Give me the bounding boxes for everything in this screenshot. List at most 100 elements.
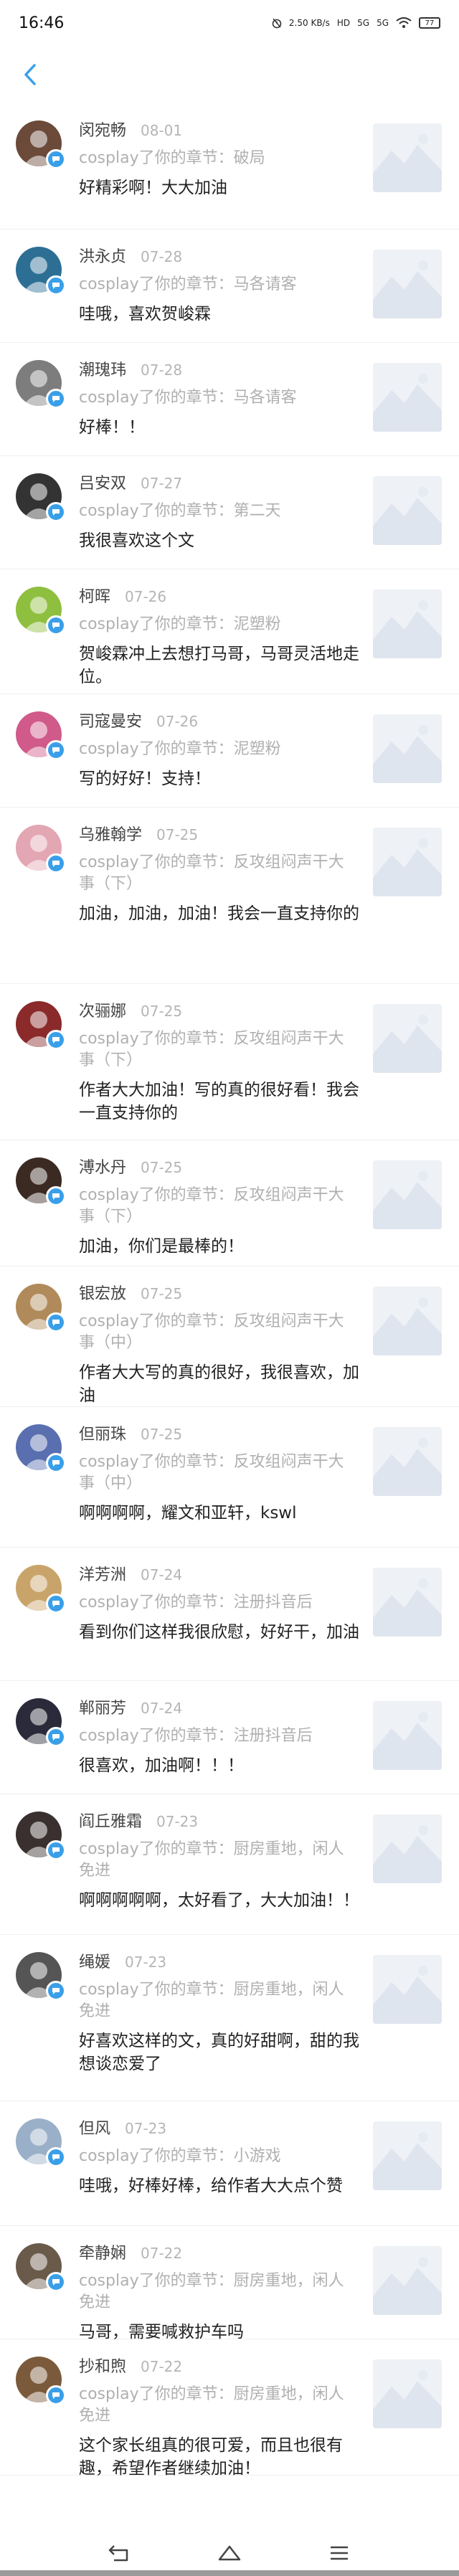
signal-icon-2: 5G bbox=[377, 18, 389, 28]
comment-item[interactable]: 潮瑰玮 07-28 cosplay了你的章节：马各请客 好棒！！ bbox=[0, 343, 459, 456]
avatar-wrap bbox=[16, 587, 66, 635]
net-speed: 2.50 KB/s bbox=[288, 18, 330, 28]
chevron-left-icon bbox=[24, 64, 36, 85]
comment-item[interactable]: 抄和煦 07-22 cosplay了你的章节：厨房重地，闲人免进 这个家长组真的… bbox=[0, 2339, 459, 2478]
comment-date: 07-25 bbox=[141, 1285, 183, 1302]
comment-date: 07-22 bbox=[141, 2245, 183, 2262]
cosplay-badge-icon bbox=[46, 1727, 66, 1747]
chapter-thumbnail[interactable] bbox=[373, 1955, 442, 2024]
comment-date: 07-25 bbox=[156, 826, 199, 843]
user-name[interactable]: 银宏放 bbox=[79, 1281, 126, 1304]
comment-list: 闵宛畅 08-01 cosplay了你的章节：破局 好精彩啊！大大加油 洪永贞 bbox=[0, 103, 459, 2478]
comment-item[interactable]: 溥水丹 07-25 cosplay了你的章节：反攻组闷声干大事（下） 加油，你们… bbox=[0, 1140, 459, 1266]
chapter-thumbnail[interactable] bbox=[373, 250, 442, 318]
comment-date: 07-28 bbox=[141, 248, 183, 265]
chapter-thumbnail[interactable] bbox=[373, 2359, 442, 2428]
comment-date: 07-23 bbox=[156, 1813, 199, 1830]
chapter-reference: cosplay了你的章节：反攻组闷声干大事（下） bbox=[79, 1030, 344, 1069]
cosplay-badge-icon bbox=[46, 1312, 66, 1332]
chapter-thumbnail[interactable] bbox=[373, 363, 442, 432]
chapter-thumbnail[interactable] bbox=[373, 714, 442, 783]
avatar-wrap bbox=[16, 1952, 66, 2001]
menu-icon bbox=[331, 2546, 349, 2560]
avatar-wrap bbox=[16, 120, 66, 169]
comment-date: 07-25 bbox=[141, 1159, 183, 1176]
chapter-thumbnail[interactable] bbox=[373, 476, 442, 545]
comment-item[interactable]: 洋芳洲 07-24 cosplay了你的章节：注册抖音后 看到你们这样我很欣慰，… bbox=[0, 1548, 459, 1681]
comment-date: 07-28 bbox=[141, 361, 183, 379]
menu-nav-button[interactable] bbox=[318, 2535, 361, 2571]
chapter-thumbnail[interactable] bbox=[373, 589, 442, 658]
cosplay-badge-icon bbox=[46, 2272, 66, 2292]
comment-item[interactable]: 闵宛畅 08-01 cosplay了你的章节：破局 好精彩啊！大大加油 bbox=[0, 103, 459, 229]
chapter-thumbnail[interactable] bbox=[373, 1004, 442, 1073]
comment-item[interactable]: 司寇曼安 07-26 cosplay了你的章节：泥塑粉 写的好好！支持！ bbox=[0, 694, 459, 808]
user-name[interactable]: 抄和煦 bbox=[79, 2354, 126, 2377]
chapter-thumbnail[interactable] bbox=[373, 1160, 442, 1229]
chapter-thumbnail[interactable] bbox=[373, 1814, 442, 1883]
comment-text: 很喜欢，加油啊！！！ bbox=[79, 1756, 244, 1775]
home-nav-button[interactable] bbox=[208, 2535, 251, 2571]
back-nav-button[interactable] bbox=[98, 2535, 141, 2571]
mountain-placeholder-icon bbox=[373, 1966, 442, 2024]
comment-item[interactable]: 阎丘雅霜 07-23 cosplay了你的章节：厨房重地，闲人免进 啊啊啊啊啊，… bbox=[0, 1794, 459, 1935]
avatar-wrap bbox=[16, 1565, 66, 1614]
chapter-reference: cosplay了你的章节：注册抖音后 bbox=[79, 1727, 313, 1745]
cosplay-badge-icon bbox=[46, 1030, 66, 1050]
system-nav-bar bbox=[0, 2530, 459, 2576]
user-name[interactable]: 郸丽芳 bbox=[79, 1695, 126, 1718]
chapter-thumbnail[interactable] bbox=[373, 2121, 442, 2190]
comment-item[interactable]: 洪永贞 07-28 cosplay了你的章节：马各请客 哇哦，喜欢贺峻霖 bbox=[0, 229, 459, 343]
mountain-placeholder-icon bbox=[373, 725, 442, 783]
chapter-thumbnail[interactable] bbox=[373, 1568, 442, 1637]
mountain-placeholder-icon bbox=[373, 134, 442, 192]
chapter-reference: cosplay了你的章节：破局 bbox=[79, 149, 265, 167]
signal-icon: 5G bbox=[357, 18, 370, 28]
chapter-thumbnail[interactable] bbox=[373, 123, 442, 192]
user-name[interactable]: 潮瑰玮 bbox=[79, 357, 126, 380]
user-name[interactable]: 洪永贞 bbox=[79, 244, 126, 267]
comment-item[interactable]: 银宏放 07-25 cosplay了你的章节：反攻组闷声干大事（中） 作者大大写… bbox=[0, 1266, 459, 1407]
comment-text: 我很喜欢这个文 bbox=[79, 531, 194, 550]
user-name[interactable]: 次骊娜 bbox=[79, 998, 126, 1021]
user-name[interactable]: 洋芳洲 bbox=[79, 1562, 126, 1585]
comment-item[interactable]: 柯晖 07-26 cosplay了你的章节：泥塑粉 贺峻霖冲上去想打马哥，马哥灵… bbox=[0, 569, 459, 694]
user-name[interactable]: 牵静娴 bbox=[79, 2240, 126, 2263]
avatar-wrap bbox=[16, 473, 66, 522]
chapter-thumbnail[interactable] bbox=[373, 828, 442, 896]
user-name[interactable]: 溥水丹 bbox=[79, 1155, 126, 1178]
user-name[interactable]: 阎丘雅霜 bbox=[79, 1809, 142, 1832]
avatar-wrap bbox=[16, 1812, 66, 1860]
comment-item[interactable]: 绳媛 07-23 cosplay了你的章节：厨房重地，闲人免进 好喜欢这样的文，… bbox=[0, 1935, 459, 2101]
comment-date: 07-27 bbox=[141, 475, 183, 492]
comment-date: 07-25 bbox=[141, 1426, 183, 1443]
comment-item[interactable]: 乌雅翰学 07-25 cosplay了你的章节：反攻组闷声干大事（下） 加油，加… bbox=[0, 808, 459, 984]
mountain-placeholder-icon bbox=[373, 838, 442, 896]
chapter-thumbnail[interactable] bbox=[373, 1427, 442, 1496]
comment-item[interactable]: 但丽珠 07-25 cosplay了你的章节：反攻组闷声干大事（中） 啊啊啊啊，… bbox=[0, 1407, 459, 1548]
comment-item[interactable]: 牵静娴 07-22 cosplay了你的章节：厨房重地，闲人免进 马哥，需要喊救… bbox=[0, 2226, 459, 2341]
comment-text: 看到你们这样我很欣慰，好好干，加油 bbox=[79, 1623, 359, 1642]
user-name[interactable]: 绳媛 bbox=[79, 1949, 110, 1972]
user-name[interactable]: 吕安双 bbox=[79, 470, 126, 493]
cosplay-badge-icon bbox=[46, 2147, 66, 2167]
chapter-reference: cosplay了你的章节：厨房重地，闲人免进 bbox=[79, 1981, 344, 2020]
user-name[interactable]: 但风 bbox=[79, 2116, 110, 2139]
cosplay-badge-icon bbox=[46, 853, 66, 873]
wifi-icon bbox=[396, 17, 412, 29]
chapter-thumbnail[interactable] bbox=[373, 1287, 442, 1355]
comment-item[interactable]: 郸丽芳 07-24 cosplay了你的章节：注册抖音后 很喜欢，加油啊！！！ bbox=[0, 1681, 459, 1794]
comment-item[interactable]: 但风 07-23 cosplay了你的章节：小游戏 哇哦，好棒好棒，给作者大大点… bbox=[0, 2101, 459, 2226]
avatar-wrap bbox=[16, 2118, 66, 2167]
chapter-thumbnail[interactable] bbox=[373, 2246, 442, 2315]
user-name[interactable]: 司寇曼安 bbox=[79, 709, 142, 731]
back-button[interactable] bbox=[13, 57, 47, 92]
chapter-thumbnail[interactable] bbox=[373, 1701, 442, 1770]
user-name[interactable]: 乌雅翰学 bbox=[79, 822, 142, 845]
user-name[interactable]: 柯晖 bbox=[79, 584, 110, 607]
comment-item[interactable]: 吕安双 07-27 cosplay了你的章节：第二天 我很喜欢这个文 bbox=[0, 456, 459, 569]
user-name[interactable]: 闵宛畅 bbox=[79, 118, 126, 141]
comment-item[interactable]: 次骊娜 07-25 cosplay了你的章节：反攻组闷声干大事（下） 作者大大加… bbox=[0, 984, 459, 1140]
comment-text: 好精彩啊！大大加油 bbox=[79, 179, 227, 197]
user-name[interactable]: 但丽珠 bbox=[79, 1421, 126, 1444]
